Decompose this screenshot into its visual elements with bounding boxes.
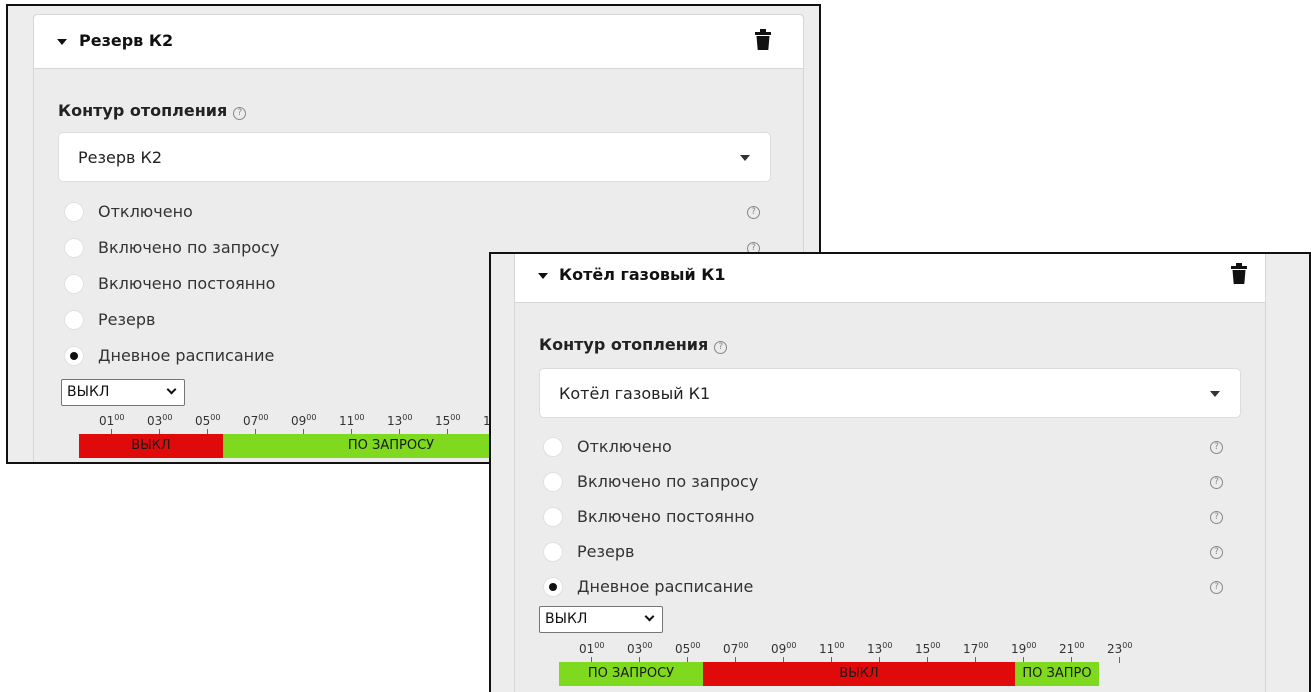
help-icon[interactable]: ? bbox=[1210, 476, 1223, 489]
card-title: Резерв К2 bbox=[79, 31, 174, 50]
chevron-down-icon bbox=[644, 611, 655, 622]
hour-label: 1900 bbox=[1011, 641, 1037, 656]
card-header[interactable]: Котёл газовый К1 bbox=[515, 254, 1265, 303]
help-icon[interactable]: ? bbox=[747, 206, 760, 219]
contour-select[interactable]: Резерв К2 bbox=[58, 132, 771, 182]
dropdown-caret-icon bbox=[740, 155, 750, 161]
hour-label: 0700 bbox=[723, 641, 749, 656]
mode-option-daily-schedule[interactable]: Дневное расписание ? bbox=[543, 575, 1243, 599]
radio-button[interactable] bbox=[64, 310, 84, 330]
contour-label: Контур отопления? bbox=[539, 335, 728, 354]
hour-label: 1300 bbox=[387, 413, 413, 428]
hour-label: 2300 bbox=[1107, 641, 1133, 656]
contour-select[interactable]: Котёл газовый К1 bbox=[539, 368, 1241, 418]
schedule-segment[interactable]: ПО ЗАПРОСУ bbox=[559, 662, 703, 686]
schedule-mode-select[interactable]: ВЫКЛ bbox=[539, 606, 663, 633]
hour-label: 0500 bbox=[675, 641, 701, 656]
trash-icon[interactable] bbox=[1231, 263, 1247, 285]
contour-label: Контур отопления? bbox=[58, 101, 247, 120]
hour-label: 0900 bbox=[771, 641, 797, 656]
mode-option-always-on[interactable]: Включено постоянно ? bbox=[543, 505, 1243, 529]
hour-label: 0300 bbox=[147, 413, 173, 428]
hour-label: 2100 bbox=[1059, 641, 1085, 656]
schedule-segment[interactable]: ПО ЗАПРО bbox=[1015, 662, 1099, 686]
mode-option-on-request[interactable]: Включено по запросу ? bbox=[543, 470, 1243, 494]
hour-label: 0100 bbox=[579, 641, 605, 656]
radio-button-checked[interactable] bbox=[64, 346, 84, 366]
radio-button[interactable] bbox=[543, 542, 563, 562]
collapse-caret-icon[interactable] bbox=[538, 273, 548, 279]
hour-label: 1100 bbox=[339, 413, 365, 428]
help-icon[interactable]: ? bbox=[1210, 441, 1223, 454]
schedule-segment[interactable]: ВЫКЛ bbox=[703, 662, 1015, 686]
hour-tick bbox=[1119, 657, 1120, 663]
schedule-bar[interactable]: ПО ЗАПРОСУ ВЫКЛ ПО ЗАПРО bbox=[559, 662, 1099, 686]
mode-option-off[interactable]: Отключено ? bbox=[64, 200, 774, 224]
trash-icon[interactable] bbox=[755, 29, 771, 51]
radio-button[interactable] bbox=[543, 472, 563, 492]
hour-label: 0900 bbox=[291, 413, 317, 428]
screenshot-gas-boiler-k1: Котёл газовый К1 Контур отопления? Котёл… bbox=[489, 252, 1311, 692]
radio-button[interactable] bbox=[64, 202, 84, 222]
card-title: Котёл газовый К1 bbox=[559, 265, 726, 284]
hour-label: 0100 bbox=[99, 413, 125, 428]
schedule-segment[interactable]: ВЫКЛ bbox=[79, 434, 223, 458]
help-icon[interactable]: ? bbox=[1210, 581, 1223, 594]
help-icon[interactable]: ? bbox=[1210, 546, 1223, 559]
chevron-down-icon bbox=[166, 384, 177, 395]
collapse-caret-icon[interactable] bbox=[57, 39, 67, 45]
hour-label: 1100 bbox=[819, 641, 845, 656]
daily-schedule-timeline[interactable]: 0100030005000700090011001300150017001900… bbox=[79, 413, 559, 462]
contour-select-value: Резерв К2 bbox=[78, 148, 163, 167]
hour-label: 1500 bbox=[915, 641, 941, 656]
card-header[interactable]: Резерв К2 bbox=[34, 15, 803, 69]
daily-schedule-timeline[interactable]: 0100 0300 0500 0700 0900 1100 1300 1500 1700 1900… bbox=[559, 641, 1132, 691]
hour-label: 0500 bbox=[195, 413, 221, 428]
mode-option-reserve[interactable]: Резерв ? bbox=[543, 540, 1243, 564]
dropdown-caret-icon bbox=[1210, 391, 1220, 397]
hour-label: 1700 bbox=[963, 641, 989, 656]
hour-label: 1300 bbox=[867, 641, 893, 656]
radio-button[interactable] bbox=[64, 238, 84, 258]
hour-label: 0700 bbox=[243, 413, 269, 428]
radio-button[interactable] bbox=[64, 274, 84, 294]
help-icon[interactable]: ? bbox=[714, 341, 728, 354]
contour-select-value: Котёл газовый К1 bbox=[559, 384, 711, 403]
hour-label: 0300 bbox=[627, 641, 653, 656]
radio-button[interactable] bbox=[543, 437, 563, 457]
hour-label: 1500 bbox=[435, 413, 461, 428]
circuit-card: Котёл газовый К1 Контур отопления? Котёл… bbox=[514, 254, 1266, 692]
radio-button-checked[interactable] bbox=[543, 577, 563, 597]
schedule-mode-select[interactable]: ВЫКЛ bbox=[61, 379, 185, 406]
radio-button[interactable] bbox=[543, 507, 563, 527]
mode-option-off[interactable]: Отключено ? bbox=[543, 435, 1243, 459]
schedule-bar[interactable]: ВЫКЛ ПО ЗАПРОСУ bbox=[79, 434, 559, 458]
help-icon[interactable]: ? bbox=[1210, 511, 1223, 524]
help-icon[interactable]: ? bbox=[233, 107, 247, 120]
